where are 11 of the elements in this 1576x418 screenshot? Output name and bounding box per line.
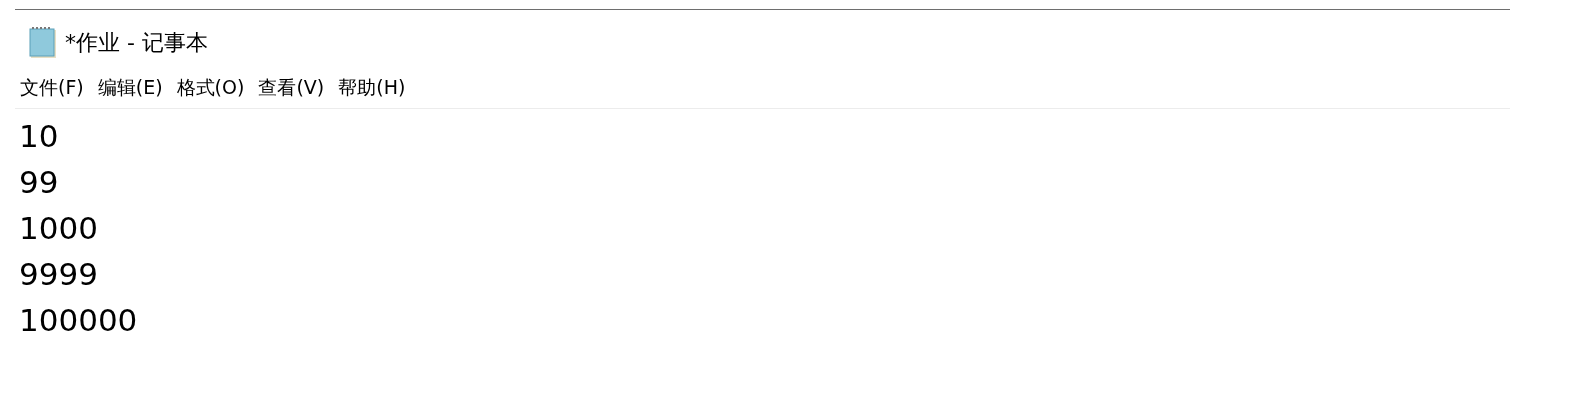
text-line: 100000: [19, 301, 139, 340]
menu-item[interactable]: 查看(V): [258, 75, 325, 101]
menu-item[interactable]: 文件(F): [20, 75, 84, 101]
text-line: 10: [19, 117, 60, 156]
menu-item[interactable]: 编辑(E): [97, 75, 163, 101]
window-title: *作业 - 记事本: [65, 29, 208, 57]
text-line: 9999: [19, 255, 99, 294]
menu-item[interactable]: 格式(O): [176, 75, 245, 101]
menu-item[interactable]: 帮助(H): [338, 75, 406, 101]
text-line: 99: [19, 163, 60, 202]
text-line: 1000: [19, 209, 99, 248]
